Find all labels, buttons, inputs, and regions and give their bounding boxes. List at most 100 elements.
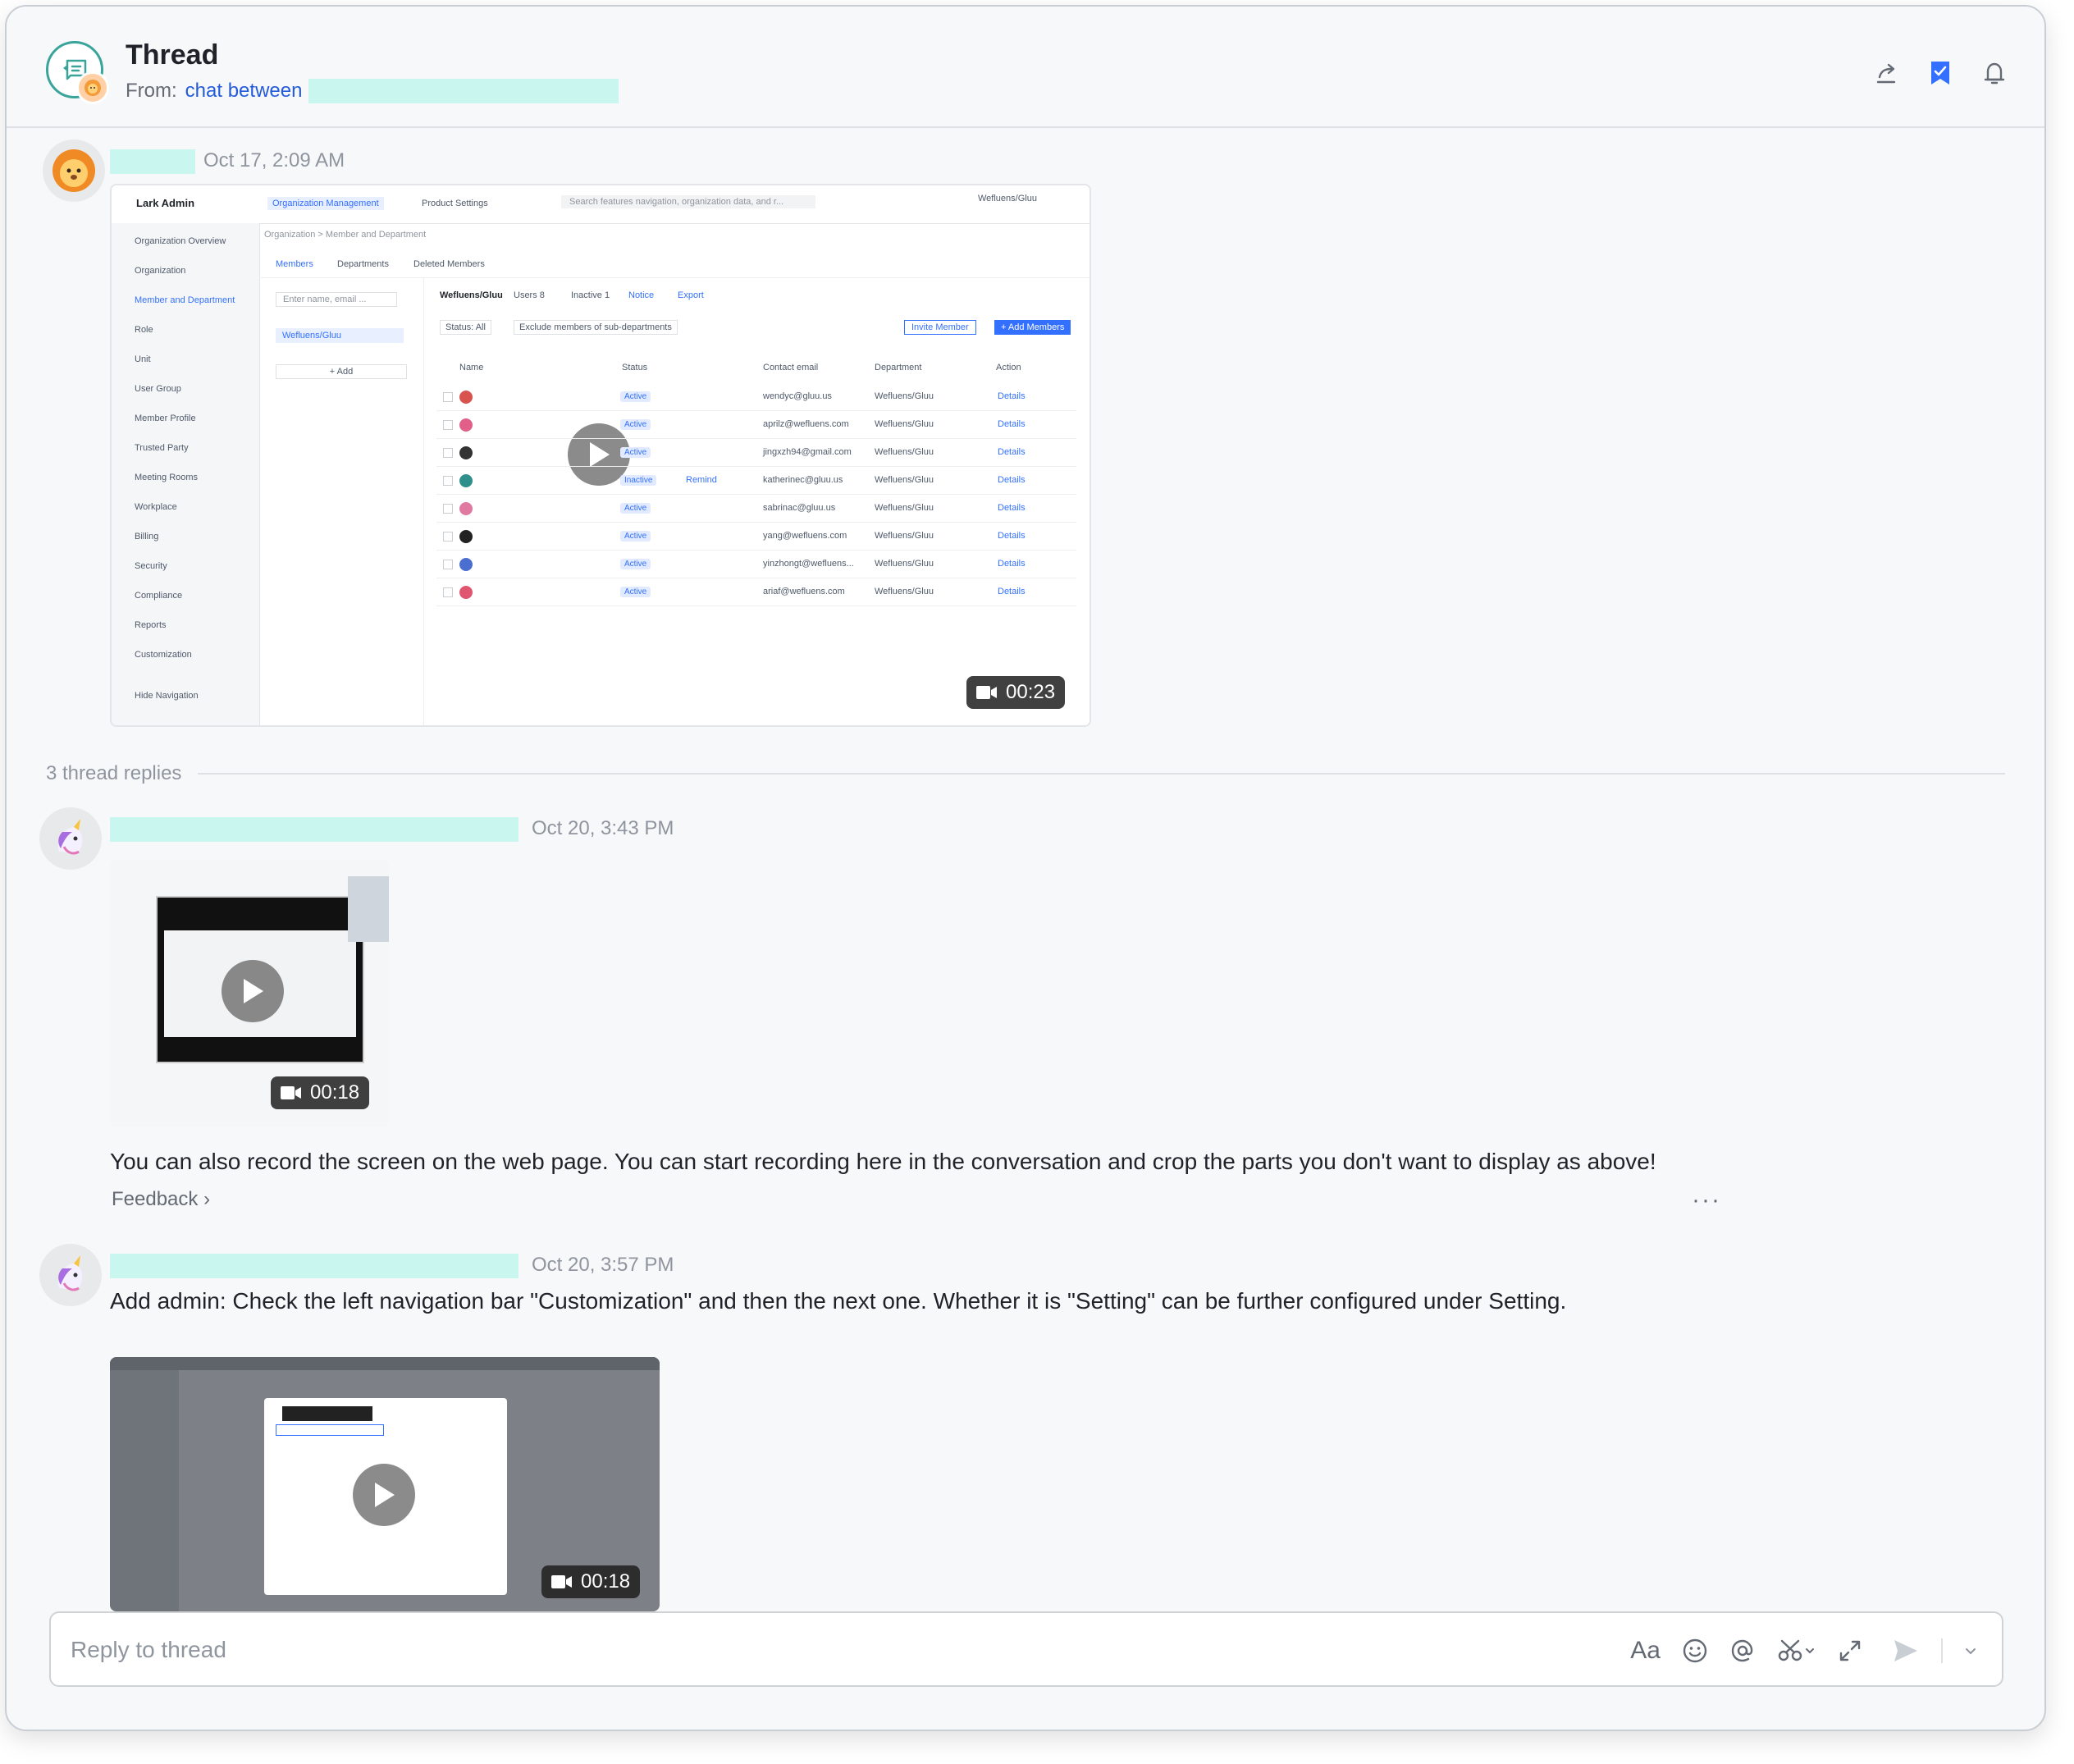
avatar[interactable] xyxy=(43,139,105,202)
preview-tab: Product Settings xyxy=(422,199,488,208)
chat-link[interactable]: chat between xyxy=(185,80,303,103)
play-icon[interactable] xyxy=(353,1464,415,1526)
divider-rule xyxy=(198,773,2005,775)
share-icon[interactable] xyxy=(1872,59,1900,87)
video-duration-text: 00:23 xyxy=(1006,681,1056,703)
preview-row-action: Details xyxy=(998,503,1026,513)
preview-row-status: Active xyxy=(620,559,651,569)
message-timestamp: Oct 17, 2:09 AM xyxy=(203,149,345,171)
preview-row-status: Active xyxy=(620,391,651,402)
reply-text: You can also record the screen on the we… xyxy=(110,1149,1656,1174)
preview-row-action: Details xyxy=(998,531,1026,541)
composer-toolbar: Aa xyxy=(1630,1633,1977,1669)
preview-row-avatar xyxy=(459,418,473,432)
reply-timestamp: Oct 20, 3:43 PM xyxy=(532,817,674,839)
reply-input[interactable] xyxy=(69,1629,1631,1670)
preview-row-email: aprilz@wefluens.com xyxy=(763,419,849,429)
preview-nav: Trusted Party xyxy=(135,443,189,453)
preview-row-divider xyxy=(436,494,1076,495)
video-attachment[interactable]: 00:18 xyxy=(110,1357,660,1611)
preview-col: Contact email xyxy=(763,363,819,372)
preview-inactive: Inactive 1 xyxy=(571,290,610,300)
bookmark-icon[interactable] xyxy=(1926,59,1954,87)
preview-breadcrumb: Organization > Member and Department xyxy=(264,230,427,240)
play-icon[interactable] xyxy=(222,960,284,1022)
preview-row-dept: Wefluens/Gluu xyxy=(875,503,934,513)
chevron-down-icon[interactable] xyxy=(1964,1633,1977,1669)
chevron-right-icon: › xyxy=(203,1188,211,1210)
bell-icon[interactable] xyxy=(1980,59,2008,87)
preview-org-title: Wefluens/Gluu xyxy=(440,290,503,300)
redacted-sender-name xyxy=(110,149,195,174)
video-dim-topbar xyxy=(110,1357,660,1370)
preview-row-email: ariaf@wefluens.com xyxy=(763,587,845,596)
preview-row-checkbox xyxy=(443,532,453,542)
preview-nav: Hide Navigation xyxy=(135,691,199,701)
preview-export: Export xyxy=(678,290,704,300)
preview-row-checkbox xyxy=(443,560,453,569)
preview-nav: Customization xyxy=(135,650,192,660)
preview-row-divider xyxy=(436,466,1076,467)
preview-search: Search features navigation, organization… xyxy=(561,195,815,208)
preview-row-dept: Wefluens/Gluu xyxy=(875,559,934,569)
video-duration: 00:18 xyxy=(271,1076,370,1109)
preview-row-avatar xyxy=(459,391,473,404)
avatar[interactable] xyxy=(39,1244,102,1306)
preview-nav: Member and Department xyxy=(135,295,235,305)
reply-composer: Aa xyxy=(49,1611,2003,1687)
preview-subtab: Members xyxy=(276,259,313,269)
video-dialog-input xyxy=(276,1424,384,1436)
preview-row-dept: Wefluens/Gluu xyxy=(875,419,934,429)
replies-count: 3 thread replies xyxy=(46,762,182,784)
preview-row-status: Active xyxy=(620,419,651,430)
preview-row-avatar xyxy=(459,530,473,543)
preview-row-email: jingxzh94@gmail.com xyxy=(763,447,852,457)
video-duration: 00:23 xyxy=(966,676,1066,709)
video-attachment[interactable]: 00:18 xyxy=(110,860,389,1127)
thread-title: Thread xyxy=(126,39,219,71)
preview-row-checkbox xyxy=(443,587,453,597)
avatar[interactable] xyxy=(39,807,102,870)
preview-nav: User Group xyxy=(135,384,181,394)
preview-search-member: Enter name, email ... xyxy=(276,292,397,307)
preview-row-divider xyxy=(436,438,1076,439)
preview-row-dept: Wefluens/Gluu xyxy=(875,587,934,596)
preview-row-dept: Wefluens/Gluu xyxy=(875,391,934,401)
preview-row-action: Details xyxy=(998,475,1026,485)
scissors-icon[interactable] xyxy=(1777,1633,1816,1669)
preview-row-divider xyxy=(436,550,1076,551)
preview-nav: Meeting Rooms xyxy=(135,473,199,482)
more-options-icon[interactable]: ··· xyxy=(1692,1186,1721,1214)
preview-row-action: Details xyxy=(998,559,1026,569)
preview-nav: Member Profile xyxy=(135,414,196,423)
lion-avatar-badge xyxy=(76,71,109,104)
preview-org-node: Wefluens/Gluu xyxy=(276,328,404,343)
preview-add-members: + Add Members xyxy=(994,320,1071,335)
preview-sidebar: Organization Overview Organization Membe… xyxy=(112,223,260,725)
preview-row-checkbox xyxy=(443,448,453,458)
feedback-link[interactable]: Feedback › xyxy=(112,1188,210,1211)
mention-icon[interactable] xyxy=(1729,1633,1756,1669)
preview-tab: Organization Management xyxy=(267,197,384,210)
preview-row-divider xyxy=(436,522,1076,523)
emoji-icon[interactable] xyxy=(1682,1633,1708,1669)
font-icon[interactable]: Aa xyxy=(1630,1633,1661,1669)
preview-nav: Role xyxy=(135,325,153,335)
preview-row-dept: Wefluens/Gluu xyxy=(875,447,934,457)
preview-row-avatar xyxy=(459,502,473,515)
replies-divider: 3 thread replies xyxy=(46,761,2005,786)
expand-icon[interactable] xyxy=(1838,1633,1862,1669)
preview-row-email: sabrinac@gluu.us xyxy=(763,503,836,513)
preview-filter: Exclude members of sub-departments xyxy=(514,320,678,335)
video-side-panel xyxy=(348,876,389,942)
preview-row-action: Details xyxy=(998,419,1026,429)
reply-timestamp: Oct 20, 3:57 PM xyxy=(532,1254,674,1276)
preview-row-status: Active xyxy=(620,447,651,458)
preview-account: Wefluens/Gluu xyxy=(978,194,1037,203)
thread-header: Thread From: chat between xyxy=(7,7,2044,128)
preview-col: Status xyxy=(622,363,648,372)
thread-window: Thread From: chat between Oct 17, 2:09 A… xyxy=(5,5,2046,1731)
preview-nav: Billing xyxy=(135,532,159,542)
video-attachment[interactable]: Lark Admin Organization Management Produ… xyxy=(110,184,1091,727)
send-icon[interactable] xyxy=(1892,1633,1920,1669)
